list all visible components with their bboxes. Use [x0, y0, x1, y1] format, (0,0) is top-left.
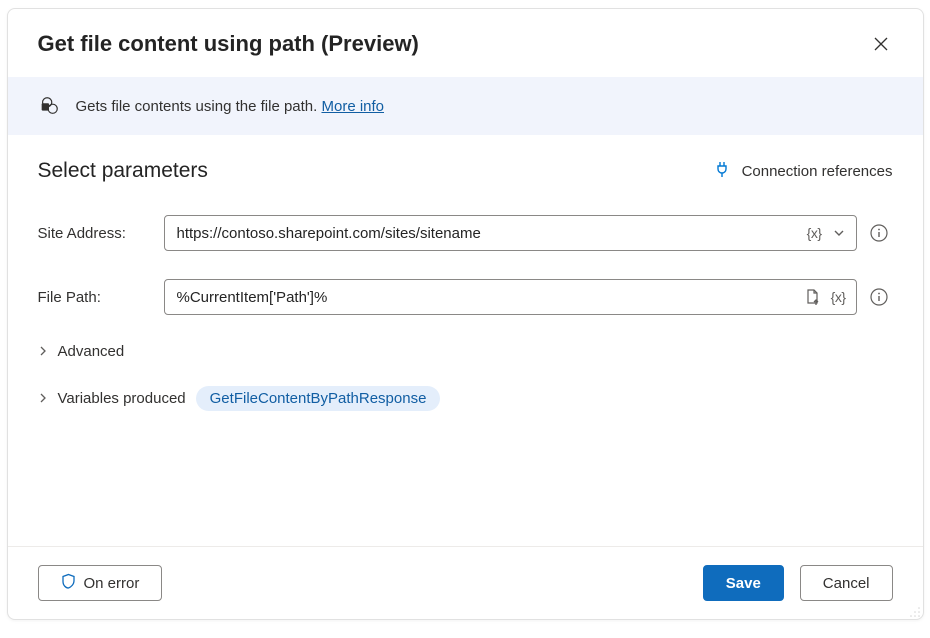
plug-icon: [714, 160, 730, 182]
variable-pill[interactable]: GetFileContentByPathResponse: [196, 386, 441, 411]
dialog-footer: On error Save Cancel: [8, 546, 923, 619]
file-path-input-wrap[interactable]: {x}: [164, 279, 857, 315]
save-button[interactable]: Save: [703, 565, 784, 601]
site-address-dropdown-button[interactable]: [830, 224, 848, 242]
sharepoint-icon: S: [38, 95, 60, 117]
dialog-title: Get file content using path (Preview): [38, 31, 419, 57]
advanced-label: Advanced: [58, 343, 125, 360]
shield-icon: [61, 573, 76, 593]
close-icon: [873, 36, 889, 52]
chevron-right-icon: [38, 390, 48, 407]
info-banner: S Gets file contents using the file path…: [8, 77, 923, 135]
file-picker-icon: [805, 288, 821, 306]
parameters-heading: Select parameters: [38, 159, 208, 183]
advanced-expander[interactable]: Advanced: [38, 343, 893, 360]
connection-references-label: Connection references: [742, 163, 893, 180]
chevron-right-icon: [38, 343, 48, 360]
site-address-variable-button[interactable]: {x}: [805, 223, 824, 243]
parameters-header: Select parameters Connection references: [38, 159, 893, 183]
variable-braces-icon: {x}: [831, 289, 846, 305]
site-address-info[interactable]: [865, 224, 893, 242]
on-error-label: On error: [84, 575, 140, 592]
file-path-label: File Path:: [38, 289, 156, 306]
file-path-picker-button[interactable]: [803, 286, 823, 308]
info-icon: [870, 288, 888, 306]
dialog-content: Select parameters Connection references …: [8, 135, 923, 546]
connection-references-link[interactable]: Connection references: [714, 160, 893, 182]
file-path-variable-button[interactable]: {x}: [829, 287, 848, 307]
file-path-input[interactable]: [177, 289, 803, 306]
cancel-button[interactable]: Cancel: [800, 565, 893, 601]
site-address-input[interactable]: [177, 225, 805, 242]
chevron-down-icon: [832, 226, 846, 240]
resize-handle[interactable]: [909, 605, 921, 617]
dialog-header: Get file content using path (Preview): [8, 9, 923, 77]
more-info-link[interactable]: More info: [321, 98, 384, 115]
svg-text:S: S: [43, 104, 47, 111]
site-address-row: Site Address: {x}: [38, 215, 893, 251]
file-path-row: File Path: {x}: [38, 279, 893, 315]
variable-braces-icon: {x}: [807, 225, 822, 241]
close-button[interactable]: [869, 32, 893, 56]
site-address-label: Site Address:: [38, 225, 156, 242]
action-dialog: Get file content using path (Preview) S …: [7, 8, 924, 620]
variables-produced-label: Variables produced: [58, 390, 186, 407]
variables-produced-expander[interactable]: Variables produced GetFileContentByPathR…: [38, 386, 893, 411]
file-path-info[interactable]: [865, 288, 893, 306]
info-icon: [870, 224, 888, 242]
site-address-input-wrap[interactable]: {x}: [164, 215, 857, 251]
banner-text: Gets file contents using the file path. …: [76, 98, 385, 115]
on-error-button[interactable]: On error: [38, 565, 163, 601]
